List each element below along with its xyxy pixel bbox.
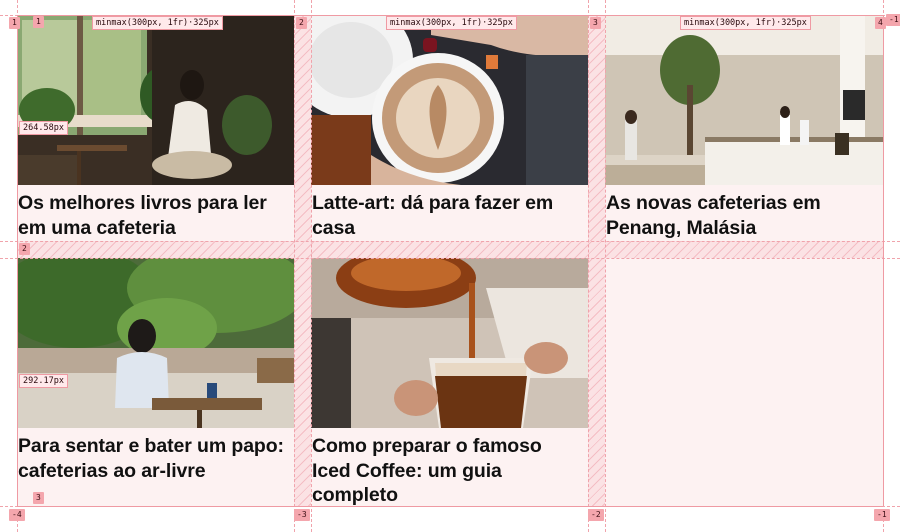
grid-line-col-3a — [588, 0, 589, 532]
col-line-number-negative: -1 — [874, 509, 890, 521]
grid-border-right — [883, 15, 884, 506]
article-title[interactable]: As novas cafeterias em Penang, Malásia — [606, 191, 879, 240]
article-card[interactable]: As novas cafeterias em Penang, Malásia — [605, 15, 883, 241]
grid-line-row-2b — [0, 258, 900, 259]
col-line-number: 1 — [33, 16, 44, 28]
article-title[interactable]: Como preparar o famoso Iced Coffee: um g… — [312, 434, 584, 508]
article-title[interactable]: Para sentar e bater um papo: cafeterias … — [18, 434, 290, 483]
col-line-number: 4 — [875, 17, 886, 29]
col-line-number-negative: -3 — [294, 509, 310, 521]
row-line-number: 1 — [9, 17, 20, 29]
col-line-number: -1 — [886, 14, 900, 26]
article-card[interactable]: Como preparar o famoso Iced Coffee: um g… — [311, 258, 588, 506]
article-title[interactable]: Latte-art: dá para fazer em casa — [312, 191, 584, 240]
col-line-number: 2 — [296, 17, 307, 29]
cafe-interior-image[interactable] — [605, 15, 883, 185]
outdoor-cafe-image[interactable] — [17, 258, 294, 428]
row-track-size: 264.58px — [19, 121, 68, 135]
col-line-number: 3 — [590, 17, 601, 29]
iced-coffee-image[interactable] — [311, 258, 588, 428]
col-line-number-negative: -4 — [9, 509, 25, 521]
grid-line-col-2a — [294, 0, 295, 532]
latte-art-image[interactable] — [311, 15, 588, 185]
row-track-size: 292.17px — [19, 374, 68, 388]
article-title[interactable]: Os melhores livros para ler em uma cafet… — [18, 191, 290, 240]
col-line-number-negative: -2 — [588, 509, 604, 521]
column-track-size: minmax(300px, 1fr)·325px — [386, 16, 517, 30]
column-track-size: minmax(300px, 1fr)·325px — [680, 16, 811, 30]
row-gap-1 — [17, 241, 883, 258]
grid-line-col-2b — [311, 0, 312, 532]
row-line-number: 3 — [33, 492, 44, 504]
column-gap-1 — [294, 15, 311, 506]
grid-line-col-3b — [605, 0, 606, 532]
row-line-number: 2 — [19, 243, 30, 255]
grid-border-left — [17, 15, 18, 506]
column-track-size: minmax(300px, 1fr)·325px — [92, 16, 223, 30]
grid-line-row-2a — [0, 241, 900, 242]
woman-reading-image[interactable] — [17, 15, 294, 185]
column-gap-2 — [588, 15, 605, 506]
grid-border-bottom — [17, 506, 883, 507]
article-card[interactable]: Latte-art: dá para fazer em casa — [311, 15, 588, 241]
